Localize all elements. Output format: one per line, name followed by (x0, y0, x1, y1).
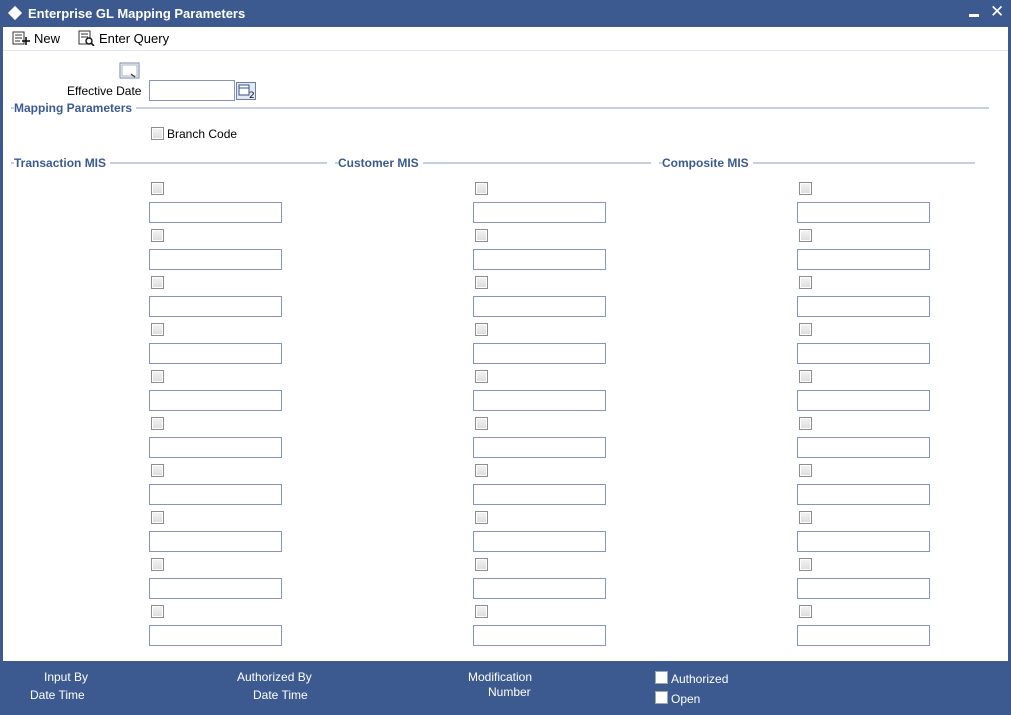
composite-mis-input-1[interactable] (797, 202, 930, 223)
customer-mis-checkbox-2[interactable] (475, 229, 488, 242)
authorized-by-label: Authorized By (237, 670, 312, 684)
transaction-mis-input-6[interactable] (149, 437, 282, 458)
composite-mis-checkbox-4[interactable] (799, 323, 812, 336)
authorized-label: Authorized (671, 672, 729, 686)
new-label: New (34, 30, 61, 46)
composite-mis-checkbox-8[interactable] (799, 511, 812, 524)
transaction-mis-input-5[interactable] (149, 390, 282, 411)
minimize-button[interactable] (969, 14, 979, 17)
customer-mis-checkbox-3[interactable] (475, 276, 488, 289)
customer-mis-title: Customer MIS (338, 156, 423, 170)
composite-mis-checkbox-9[interactable] (799, 558, 812, 571)
transaction-mis-input-2[interactable] (149, 249, 282, 270)
composite-mis-input-3[interactable] (797, 296, 930, 317)
new-record-icon (12, 31, 30, 45)
transaction-mis-checkbox-1[interactable] (151, 182, 164, 195)
customer-mis-input-2[interactable] (473, 249, 606, 270)
branch-code-label: Branch Code (167, 127, 238, 141)
transaction-mis-checkbox-7[interactable] (151, 464, 164, 477)
calendar-icon[interactable]: 2 (236, 82, 256, 100)
transaction-mis-checkbox-3[interactable] (151, 276, 164, 289)
branch-code-checkbox[interactable] (151, 127, 164, 140)
composite-mis-input-9[interactable] (797, 578, 930, 599)
transaction-mis-checkbox-8[interactable] (151, 511, 164, 524)
customer-mis-checkbox-7[interactable] (475, 464, 488, 477)
authorized-checkbox[interactable] (655, 671, 668, 684)
transaction-mis-input-3[interactable] (149, 296, 282, 317)
customer-mis-checkbox-8[interactable] (475, 511, 488, 524)
transaction-mis-checkbox-2[interactable] (151, 229, 164, 242)
composite-mis-input-4[interactable] (797, 343, 930, 364)
customer-mis-checkbox-5[interactable] (475, 370, 488, 383)
close-button[interactable]: ✕ (990, 2, 1004, 22)
customer-mis-input-10[interactable] (473, 625, 606, 646)
new-button[interactable]: New (12, 29, 60, 47)
effective-date-input[interactable] (149, 80, 235, 101)
composite-mis-title: Composite MIS (662, 156, 753, 170)
enter-query-button[interactable]: Enter Query (77, 29, 169, 47)
composite-mis-checkbox-10[interactable] (799, 605, 812, 618)
mapping-parameters-divider (11, 107, 989, 109)
transaction-mis-checkbox-10[interactable] (151, 605, 164, 618)
composite-mis-input-7[interactable] (797, 484, 930, 505)
open-checkbox[interactable] (655, 691, 668, 704)
composite-mis-input-2[interactable] (797, 249, 930, 270)
audit-footer: Input By Date Time Authorized By Date Ti… (3, 661, 1008, 712)
customer-mis-checkbox-4[interactable] (475, 323, 488, 336)
customer-mis-input-5[interactable] (473, 390, 606, 411)
composite-mis-input-6[interactable] (797, 437, 930, 458)
transaction-mis-input-4[interactable] (149, 343, 282, 364)
composite-mis-input-5[interactable] (797, 390, 930, 411)
composite-mis-checkbox-2[interactable] (799, 229, 812, 242)
transaction-mis-checkbox-5[interactable] (151, 370, 164, 383)
window-diamond-icon (7, 5, 23, 21)
customer-mis-checkbox-10[interactable] (475, 605, 488, 618)
window-title: Enterprise GL Mapping Parameters (28, 6, 246, 21)
transaction-mis-input-9[interactable] (149, 578, 282, 599)
transaction-mis-input-1[interactable] (149, 202, 282, 223)
mapping-parameters-title: Mapping Parameters (14, 101, 137, 115)
mapping-window: Enterprise GL Mapping Parameters ✕ New E… (0, 0, 1011, 715)
authorized-date-time-label: Date Time (253, 688, 308, 702)
composite-mis-checkbox-7[interactable] (799, 464, 812, 477)
customer-mis-input-7[interactable] (473, 484, 606, 505)
transaction-mis-title: Transaction MIS (14, 156, 111, 170)
composite-mis-input-10[interactable] (797, 625, 930, 646)
effective-date-label: Effective Date (67, 84, 142, 98)
transaction-mis-input-8[interactable] (149, 531, 282, 552)
toolbar: New Enter Query (3, 27, 1008, 51)
composite-mis-input-8[interactable] (797, 531, 930, 552)
customer-mis-checkbox-9[interactable] (475, 558, 488, 571)
customer-mis-input-4[interactable] (473, 343, 606, 364)
title-bar[interactable]: Enterprise GL Mapping Parameters ✕ (3, 0, 1008, 27)
customer-mis-checkbox-1[interactable] (475, 182, 488, 195)
composite-mis-checkbox-5[interactable] (799, 370, 812, 383)
transaction-mis-input-10[interactable] (149, 625, 282, 646)
customer-mis-input-8[interactable] (473, 531, 606, 552)
composite-mis-checkbox-1[interactable] (799, 182, 812, 195)
customer-mis-input-6[interactable] (473, 437, 606, 458)
customer-mis-checkbox-6[interactable] (475, 417, 488, 430)
modification-number-label: Number (488, 685, 531, 699)
audit-trail-icon[interactable] (119, 62, 141, 80)
enter-query-icon (78, 30, 95, 46)
modification-label: Modification (468, 670, 533, 684)
svg-text:2: 2 (249, 91, 255, 100)
transaction-mis-checkbox-9[interactable] (151, 558, 164, 571)
customer-mis-input-9[interactable] (473, 578, 606, 599)
transaction-mis-input-7[interactable] (149, 484, 282, 505)
input-date-time-label: Date Time (30, 688, 85, 702)
composite-mis-checkbox-6[interactable] (799, 417, 812, 430)
input-by-label: Input By (44, 670, 89, 684)
customer-mis-input-3[interactable] (473, 296, 606, 317)
enter-query-label: Enter Query (99, 30, 170, 46)
open-label: Open (671, 692, 701, 706)
transaction-mis-checkbox-4[interactable] (151, 323, 164, 336)
transaction-mis-checkbox-6[interactable] (151, 417, 164, 430)
customer-mis-input-1[interactable] (473, 202, 606, 223)
composite-mis-checkbox-3[interactable] (799, 276, 812, 289)
